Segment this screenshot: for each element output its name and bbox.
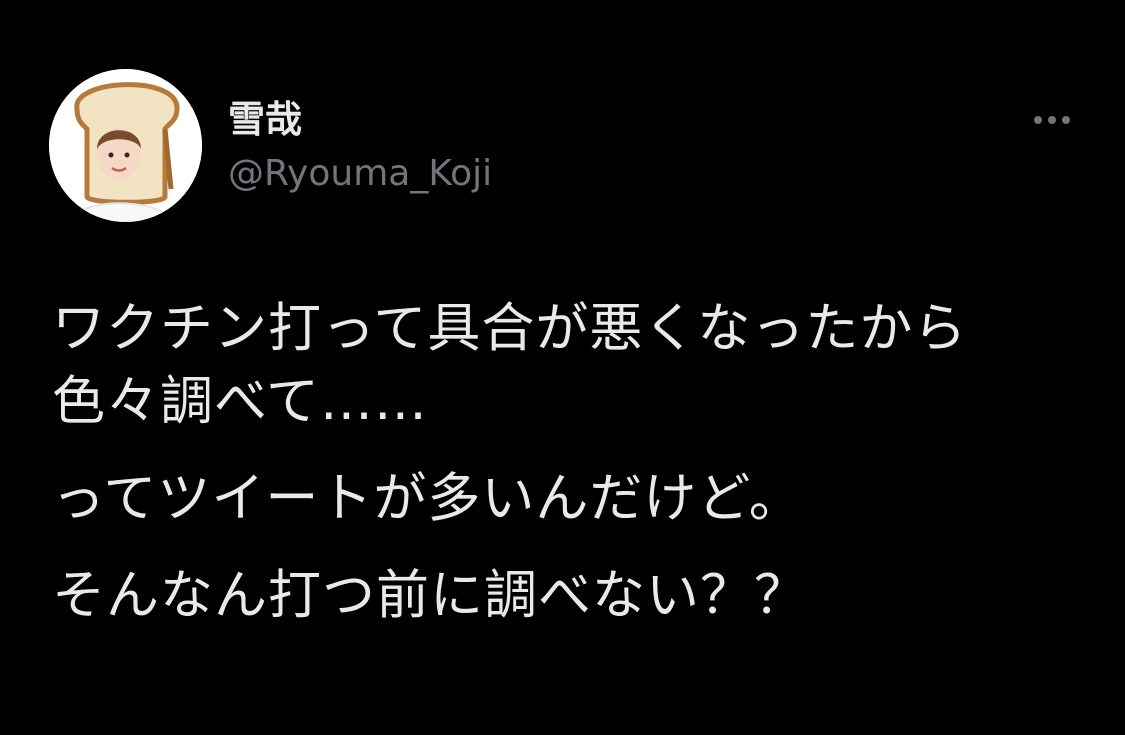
tweet-paragraph: ワクチン打って具合が悪くなったから色々調べて…… [52, 298, 968, 432]
display-name[interactable]: 雪哉 [228, 98, 302, 142]
tweet-paragraph: そんなん打つ前に調べない？？ [52, 565, 808, 626]
avatar-image [49, 69, 202, 222]
tweet-card: 雪哉 @Ryouma_Koji ワクチン打って具合が悪くなったから色々調べて……… [0, 0, 1125, 735]
more-horizontal-icon [1062, 116, 1070, 124]
more-options-button[interactable] [1022, 100, 1082, 140]
avatar[interactable] [49, 69, 202, 222]
tweet-text: ワクチン打って具合が悪くなったから色々調べて…… ってツイートが多いんだけど。 … [52, 292, 1072, 632]
more-horizontal-icon [1048, 116, 1056, 124]
more-horizontal-icon [1034, 116, 1042, 124]
user-handle[interactable]: @Ryouma_Koji [228, 152, 492, 196]
tweet-paragraph: ってツイートが多いんだけど。 [52, 468, 803, 529]
